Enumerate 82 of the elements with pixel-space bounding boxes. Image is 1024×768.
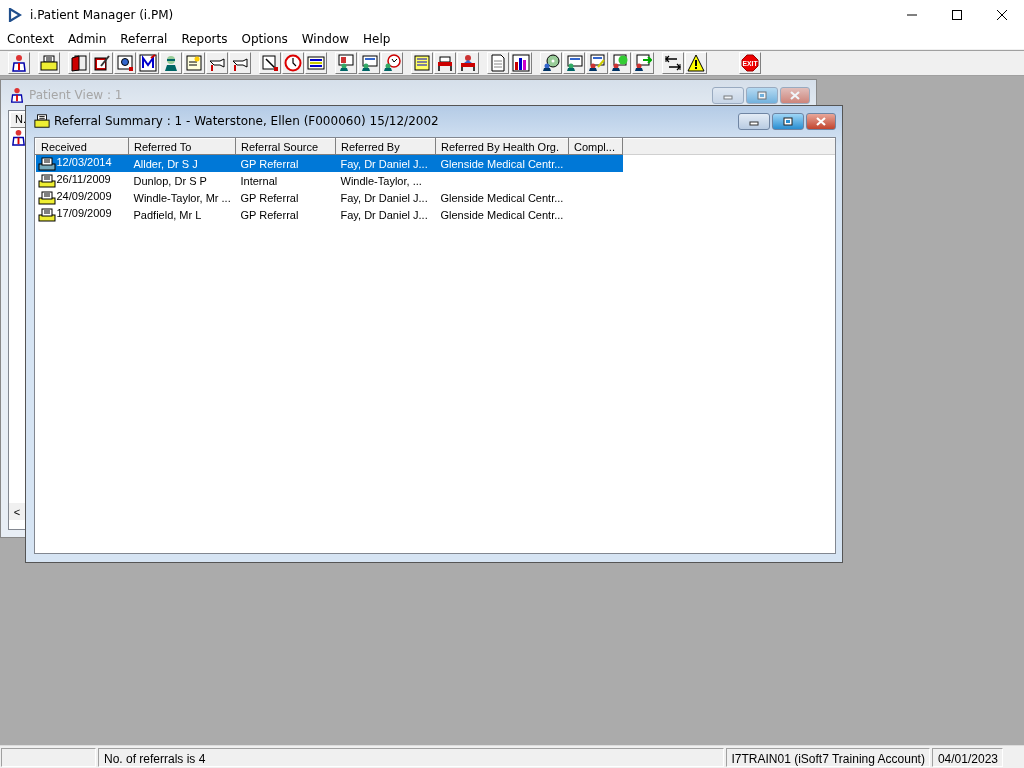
warning-button[interactable] (685, 52, 707, 74)
table-cell: Padfield, Mr L (133, 208, 202, 221)
bar-chart-button[interactable] (510, 52, 532, 74)
maximize-icon (951, 10, 962, 20)
table-cell: GP Referral (240, 157, 299, 170)
restore-button[interactable] (772, 112, 804, 130)
close-icon (815, 116, 827, 126)
monitor-person-button[interactable] (335, 52, 357, 74)
column-header[interactable]: Received (35, 138, 129, 155)
window-title: Patient View : 1 (29, 88, 123, 102)
arrows-person-button[interactable] (632, 52, 654, 74)
hand-button[interactable] (206, 52, 228, 74)
close-icon (996, 10, 1007, 20)
menu-item[interactable]: Admin (61, 30, 114, 49)
zigzag-button[interactable] (137, 52, 159, 74)
column-header[interactable]: Referred To (128, 138, 236, 155)
table-cell: 24/09/2009 (56, 190, 112, 203)
status-text: 04/01/2023 (931, 748, 1003, 767)
column-header[interactable]: Referred By Health Org. (435, 138, 569, 155)
page-button[interactable] (487, 52, 509, 74)
window-title: Referral Summary : 1 - Waterstone, Ellen (F000060) 15/12/2002 (54, 114, 439, 128)
status-text: No. of referrals is 4 (98, 748, 724, 767)
column-header[interactable]: Referred By (335, 138, 436, 155)
table-cell: 12/03/2014 (56, 156, 112, 169)
disc-person-button[interactable] (540, 52, 562, 74)
table-cell: Windle-Taylor, ... (340, 174, 422, 187)
menu-item[interactable]: Help (356, 30, 398, 49)
table-cell: GP Referral (240, 208, 299, 221)
column-header[interactable]: Compl... (568, 138, 623, 155)
table-cell: Glenside Medical Centr... (440, 191, 564, 204)
table-cell: Fay, Dr Daniel J... (340, 157, 428, 170)
table-cell: Dunlop, Dr S P (133, 174, 207, 187)
table-cell: 26/11/2009 (56, 173, 111, 186)
play-logo-icon (8, 8, 22, 22)
globe-person-button[interactable] (609, 52, 631, 74)
table-cell: Fay, Dr Daniel J... (340, 191, 428, 204)
book-button[interactable] (68, 52, 90, 74)
menu-item[interactable]: Reports (174, 30, 235, 49)
table-cell: 17/09/2009 (56, 207, 112, 220)
record-icon (37, 156, 56, 171)
menu-item[interactable]: Context (0, 30, 61, 49)
record-icon (37, 173, 56, 188)
person-button[interactable] (8, 52, 30, 74)
printer-icon (34, 113, 50, 129)
restore-icon (756, 90, 768, 100)
close-button[interactable] (806, 112, 836, 130)
record-icon (37, 207, 56, 222)
table-cell: Glenside Medical Centr... (440, 157, 564, 170)
menu-item[interactable]: Options (234, 30, 295, 49)
table-cell: Internal (240, 174, 278, 187)
table-cell: Windle-Taylor, Mr ... (133, 191, 231, 204)
printer-button[interactable] (38, 52, 60, 74)
status-text: I7TRAIN01 (iSoft7 Training Account) (725, 748, 930, 767)
surgeon-button[interactable] (160, 52, 182, 74)
minimize-button[interactable] (738, 112, 770, 130)
bed-person-button[interactable] (457, 52, 479, 74)
table-cell: GP Referral (240, 191, 299, 204)
menu-item[interactable]: Referral (113, 30, 175, 49)
notepad-button[interactable] (411, 52, 433, 74)
person-icon (9, 87, 25, 103)
close-icon (789, 90, 801, 100)
menu-item[interactable]: Window (294, 30, 357, 49)
form-person-button[interactable] (358, 52, 380, 74)
clock-person-button[interactable] (381, 52, 403, 74)
document-button[interactable] (259, 52, 281, 74)
window-title: i.Patient Manager (i.PM) (30, 8, 175, 22)
clock-button[interactable] (282, 52, 304, 74)
table-cell: Fay, Dr Daniel J... (340, 208, 428, 221)
note-button[interactable] (183, 52, 205, 74)
bed-button[interactable] (434, 52, 456, 74)
hand-button[interactable] (229, 52, 251, 74)
table-cell: Allder, Dr S J (133, 157, 198, 170)
column-header[interactable]: Referral Source (235, 138, 336, 155)
restore-icon (782, 116, 794, 126)
document-search-button[interactable] (114, 52, 136, 74)
form-person-button[interactable] (563, 52, 585, 74)
list-button[interactable] (305, 52, 327, 74)
pen-document-button[interactable] (91, 52, 113, 74)
table-cell: Glenside Medical Centr... (440, 208, 564, 221)
form-pen-person-button[interactable] (586, 52, 608, 74)
record-icon (37, 190, 56, 205)
arrows-button[interactable] (662, 52, 684, 74)
